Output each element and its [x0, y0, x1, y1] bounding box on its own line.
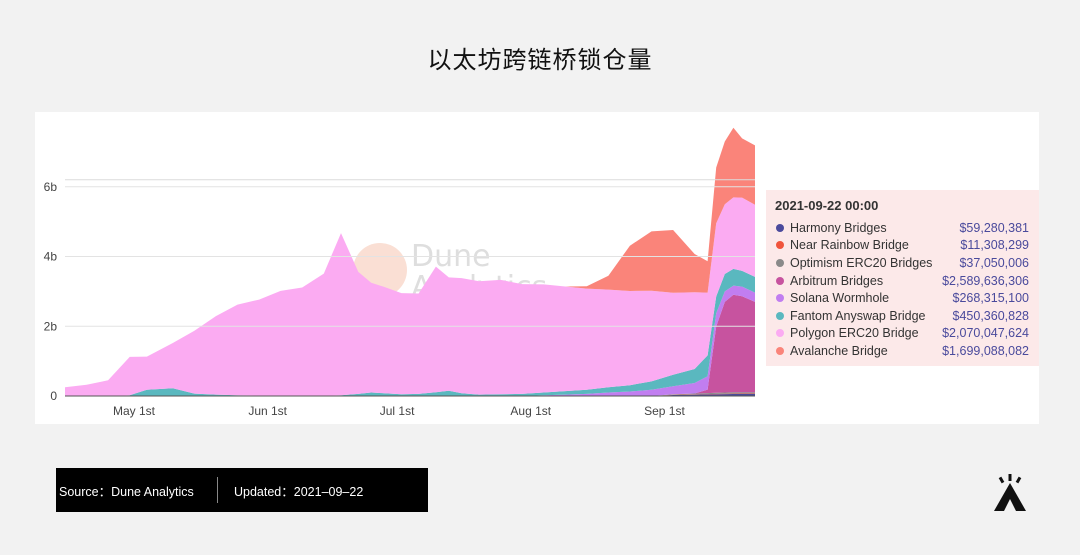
tooltip-series-value: $2,589,636,306	[942, 273, 1029, 288]
legend-dot-icon	[776, 329, 784, 338]
legend-dot-icon	[776, 294, 784, 303]
tooltip-series-name: Fantom Anyswap Bridge	[790, 308, 926, 323]
tooltip-row: Harmony Bridges $59,280,381	[776, 219, 1029, 237]
footer-source: Source：Dune Analytics	[59, 484, 194, 499]
legend-dot-icon	[776, 346, 784, 355]
footer-divider	[217, 477, 218, 503]
page-title: 以太坊跨链桥锁仓量	[427, 46, 653, 74]
legend-dot-icon	[776, 241, 784, 250]
chart-tooltip: 2021-09-22 00:00 Harmony Bridges $59,280,…	[766, 190, 1039, 366]
tooltip-series-value: $59,280,381	[959, 220, 1029, 235]
tooltip-row: Solana Wormhole $268,315,100	[776, 289, 1029, 307]
tooltip-series-name: Arbitrum Bridges	[790, 273, 884, 288]
y-axis: 0 2b 4b 6b	[44, 180, 58, 403]
y-tick-label: 6b	[44, 180, 58, 194]
tooltip-series-name: Polygon ERC20 Bridge	[790, 326, 919, 341]
brand-logo-icon	[994, 474, 1026, 511]
tooltip-row: Near Rainbow Bridge $11,308,299	[776, 237, 1029, 255]
x-tick-label: Sep 1st	[644, 404, 685, 418]
x-tick-label: May 1st	[113, 404, 156, 418]
y-tick-label: 0	[50, 389, 57, 403]
legend-dot-icon	[776, 223, 784, 232]
legend-dot-icon	[776, 258, 784, 267]
legend-dot-icon	[776, 276, 784, 285]
x-tick-label: Jul 1st	[380, 404, 415, 418]
tooltip-series-name: Avalanche Bridge	[790, 343, 888, 358]
tooltip-series-name: Solana Wormhole	[790, 291, 890, 306]
tooltip-row: Fantom Anyswap Bridge $450,360,828	[776, 307, 1029, 325]
footer-bar: Source：Dune Analytics Updated：2021–09–22	[56, 468, 428, 512]
x-tick-label: Jun 1st	[248, 404, 287, 418]
legend-dot-icon	[776, 311, 784, 320]
footer-updated: Updated：2021–09–22	[234, 484, 364, 499]
tooltip-row: Avalanche Bridge $1,699,088,082	[776, 342, 1029, 360]
x-tick-label: Aug 1st	[510, 404, 551, 418]
tooltip-series-value: $2,070,047,624	[942, 326, 1029, 341]
tooltip-series-name: Near Rainbow Bridge	[790, 238, 909, 253]
area-polygon-erc20-bridge	[65, 197, 755, 396]
x-axis: May 1st Jun 1st Jul 1st Aug 1st Sep 1st	[65, 395, 755, 418]
chart-panel: Dune Analytics 02b4b6b May 1stJun 1stJul…	[35, 112, 1039, 424]
tooltip-series-value: $268,315,100	[952, 291, 1029, 306]
tooltip-row: Optimism ERC20 Bridges $37,050,006	[776, 254, 1029, 272]
tooltip-series-value: $1,699,088,082	[942, 343, 1029, 358]
area-series-group	[65, 127, 755, 396]
y-tick-label: 2b	[44, 319, 58, 333]
tooltip-row: Polygon ERC20 Bridge $2,070,047,624	[776, 325, 1029, 343]
tooltip-series-value: $11,308,299	[960, 238, 1029, 253]
tooltip-series-name: Optimism ERC20 Bridges	[790, 255, 933, 270]
y-tick-label: 4b	[44, 250, 58, 264]
tooltip-series-value: $450,360,828	[952, 308, 1029, 323]
tooltip-rows: Harmony Bridges $59,280,381 Near Rainbow B…	[776, 219, 1029, 360]
tooltip-series-name: Harmony Bridges	[790, 220, 887, 235]
tooltip-timestamp: 2021-09-22 00:00	[775, 198, 879, 213]
tooltip-row: Arbitrum Bridges $2,589,636,306	[776, 272, 1029, 290]
tooltip-series-value: $37,050,006	[959, 255, 1029, 270]
